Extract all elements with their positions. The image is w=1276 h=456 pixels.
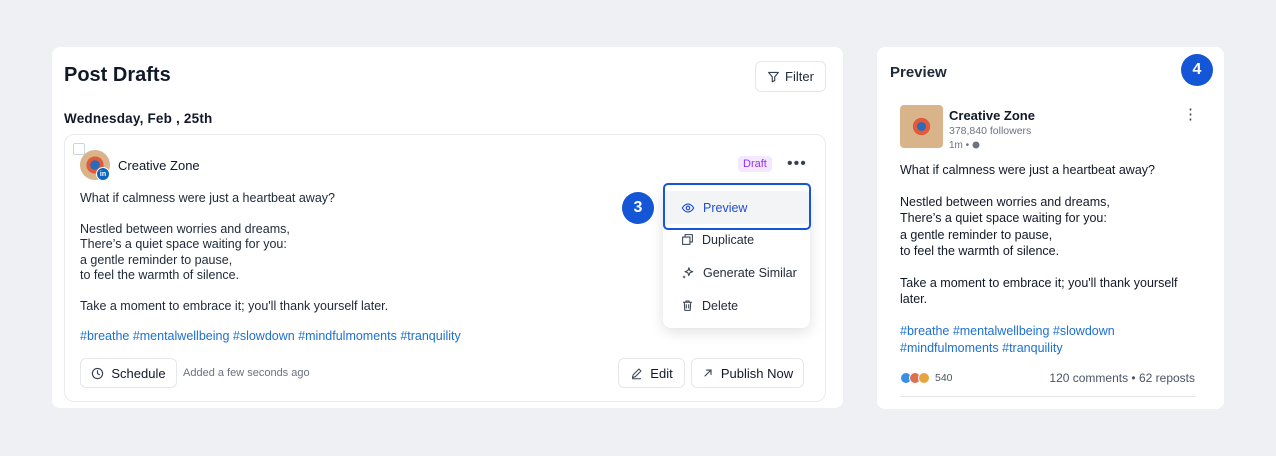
preview-line: Nestled between worries and dreams, bbox=[900, 195, 1110, 209]
sparkle-icon bbox=[682, 266, 694, 279]
post-line: to feel the warmth of silence. bbox=[80, 268, 240, 282]
post-line: Nestled between worries and dreams, bbox=[80, 222, 290, 236]
filter-label: Filter bbox=[785, 69, 814, 84]
pencil-icon bbox=[632, 368, 642, 379]
preview-author-name: Creative Zone bbox=[949, 108, 1035, 123]
page-title: Post Drafts bbox=[64, 64, 171, 86]
preview-more-icon[interactable]: ⋮ bbox=[1183, 105, 1198, 123]
reaction-count: 540 bbox=[935, 372, 953, 384]
date-heading: Wednesday, Feb , 25th bbox=[64, 111, 213, 126]
preview-hashtags[interactable]: #mindfulmoments #tranquility bbox=[900, 341, 1063, 355]
post-line: Take a moment to embrace it; you'll than… bbox=[80, 299, 389, 313]
preview-avatar bbox=[900, 105, 943, 148]
divider bbox=[900, 396, 1196, 397]
step-marker-4: 4 bbox=[1181, 54, 1213, 86]
engagement-stats[interactable]: 120 comments • 62 reposts bbox=[1049, 371, 1195, 385]
insightful-reaction-icon bbox=[918, 372, 930, 384]
duplicate-icon bbox=[682, 234, 693, 245]
preview-line: Take a moment to embrace it; you'll than… bbox=[900, 276, 1178, 290]
menu-label: Duplicate bbox=[702, 232, 755, 247]
preview-time-text: 1m • bbox=[949, 140, 970, 151]
preview-line: to feel the warmth of silence. bbox=[900, 244, 1060, 258]
menu-label: Delete bbox=[702, 298, 739, 313]
preview-followers: 378,840 followers bbox=[949, 125, 1032, 137]
post-line: a gentle reminder to pause, bbox=[80, 253, 233, 267]
step-marker-3: 3 bbox=[622, 192, 654, 224]
status-badge: Draft bbox=[738, 156, 772, 172]
reactions[interactable]: 540 bbox=[900, 372, 953, 384]
trash-icon bbox=[683, 300, 692, 311]
post-line: What if calmness were just a heartbeat a… bbox=[80, 191, 335, 205]
arrow-up-right-icon bbox=[704, 369, 712, 377]
more-options-icon[interactable]: ••• bbox=[787, 155, 807, 173]
menu-label: Generate Similar bbox=[703, 265, 797, 280]
preview-title: Preview bbox=[890, 64, 947, 81]
globe-icon bbox=[972, 141, 980, 149]
author-name: Creative Zone bbox=[118, 158, 200, 173]
preview-hashtags[interactable]: #breathe #mentalwellbeing #slowdown bbox=[900, 324, 1115, 338]
preview-line: later. bbox=[900, 292, 928, 306]
preview-line: There’s a quiet space waiting for you: bbox=[900, 211, 1107, 225]
edit-label: Edit bbox=[650, 365, 673, 381]
publish-label: Publish Now bbox=[720, 365, 794, 381]
publish-now-button[interactable]: Publish Now bbox=[691, 358, 804, 388]
menu-item-generate-similar[interactable]: Generate Similar bbox=[663, 256, 810, 289]
filter-button[interactable]: Filter bbox=[755, 61, 826, 92]
preview-highlight bbox=[663, 183, 811, 230]
schedule-button[interactable]: Schedule bbox=[80, 358, 177, 388]
linkedin-icon: in bbox=[96, 167, 110, 181]
hashtags[interactable]: #breathe #mentalwellbeing #slowdown #min… bbox=[80, 329, 461, 343]
preview-panel: Preview Creative Zone 378,840 followers … bbox=[877, 47, 1224, 409]
select-checkbox[interactable] bbox=[73, 143, 85, 155]
schedule-label: Schedule bbox=[111, 365, 166, 381]
preview-line: What if calmness were just a heartbeat a… bbox=[900, 163, 1155, 177]
preview-line: a gentle reminder to pause, bbox=[900, 228, 1053, 242]
added-timestamp: Added a few seconds ago bbox=[183, 367, 310, 379]
filter-icon bbox=[768, 71, 779, 83]
clock-icon bbox=[92, 367, 104, 379]
edit-button[interactable]: Edit bbox=[618, 358, 685, 388]
menu-item-delete[interactable]: Delete bbox=[663, 289, 810, 322]
preview-time: 1m • bbox=[949, 140, 980, 151]
post-line: There’s a quiet space waiting for you: bbox=[80, 237, 287, 251]
